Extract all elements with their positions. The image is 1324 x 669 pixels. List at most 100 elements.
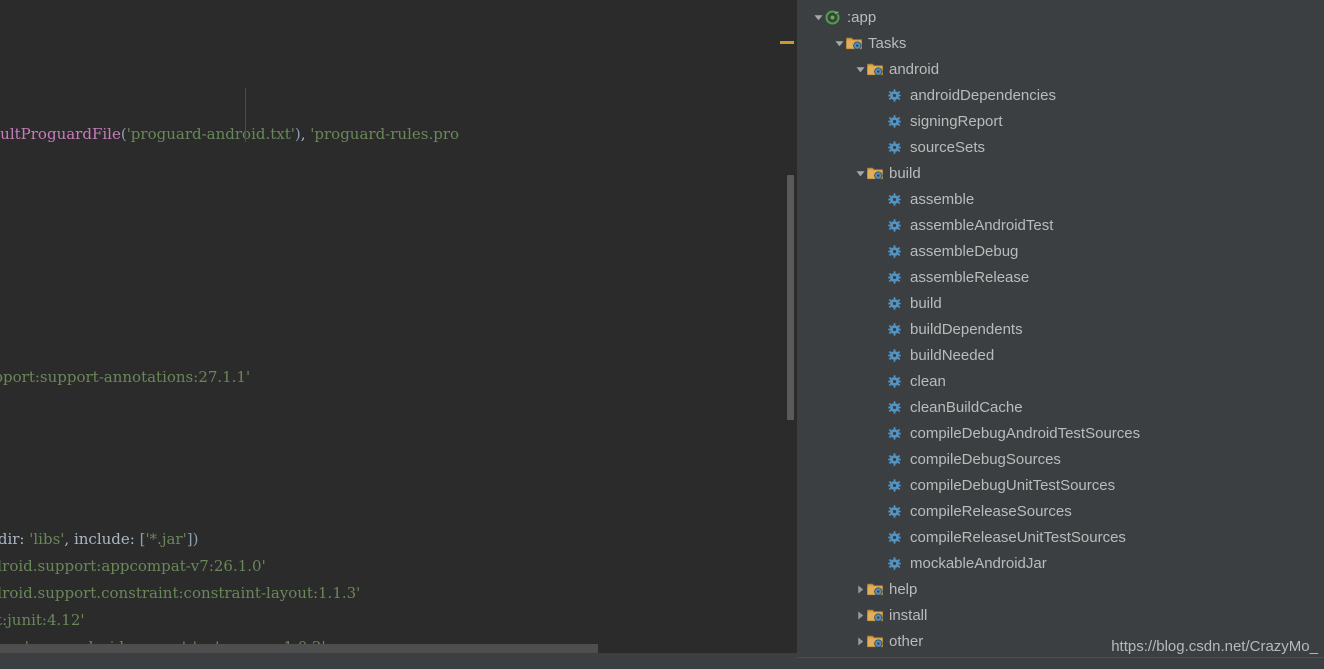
code-editor[interactable]: }}buildTypes { release { minifyEnabled f… [0, 0, 797, 669]
tree-row-cleanbuildcache[interactable]: cleanBuildCache [797, 394, 1324, 420]
tree-row-mockableandroidjar[interactable]: mockableAndroidJar [797, 550, 1324, 576]
tree-row-assemble[interactable]: assemble [797, 186, 1324, 212]
code-line: dependencies { [0, 499, 797, 526]
tree-row-assemblerelease[interactable]: assembleRelease [797, 264, 1324, 290]
tree-row-compilereleaseunittestsources[interactable]: compileReleaseUnitTestSources [797, 524, 1324, 550]
tree-row-install[interactable]: install [797, 602, 1324, 628]
gradle-tool-window[interactable]: :app Tasks android androidDependencies signi… [797, 0, 1324, 669]
code-token: 'junit:junit:4.12' [0, 611, 85, 629]
editor-horizontal-scrollbar-thumb[interactable] [0, 644, 598, 653]
gradle-task-tree[interactable]: :app Tasks android androidDependencies signi… [797, 4, 1324, 654]
gear-icon [888, 498, 906, 524]
code-line: } [0, 418, 797, 445]
indent-guide [245, 88, 246, 142]
gear-icon [888, 524, 906, 550]
tree-row-build[interactable]: build [797, 290, 1324, 316]
tree-item-label: compileDebugUnitTestSources [910, 476, 1116, 494]
tree-row-builddependents[interactable]: buildDependents [797, 316, 1324, 342]
tree-item-label: compileReleaseUnitTestSources [910, 528, 1126, 546]
code-line: } [0, 0, 797, 13]
code-line: implementation 'com.android.support:appc… [0, 553, 797, 580]
tree-row-sourcesets[interactable]: sourceSets [797, 134, 1324, 160]
code-token: 'proguard-rules.pro [310, 125, 460, 143]
tree-row-androiddependencies[interactable]: androidDependencies [797, 82, 1324, 108]
tree-row-compiledebugsources[interactable]: compileDebugSources [797, 446, 1324, 472]
tree-row-signingreport[interactable]: signingReport [797, 108, 1324, 134]
chevron-down-icon[interactable] [811, 4, 825, 30]
editor-change-marker [780, 41, 794, 44]
code-token: 'proguard-android.txt' [126, 125, 295, 143]
gear-icon [888, 186, 906, 212]
gear-icon [888, 108, 906, 134]
tree-row-compilereleasesources[interactable]: compileReleaseSources [797, 498, 1324, 524]
chevron-right-icon[interactable] [853, 576, 867, 602]
gear-icon [888, 446, 906, 472]
tree-item-label: Tasks [868, 34, 907, 52]
tree-row-assembledebug[interactable]: assembleDebug [797, 238, 1324, 264]
tree-item-label: :app [847, 8, 877, 26]
chevron-right-icon[interactable] [853, 628, 867, 654]
tree-item-label: compileDebugSources [910, 450, 1061, 468]
gear-icon [888, 472, 906, 498]
tree-row-build[interactable]: build [797, 160, 1324, 186]
gear-icon [888, 420, 906, 446]
tree-row-android[interactable]: android [797, 56, 1324, 82]
tree-row-assembleandroidtest[interactable]: assembleAndroidTest [797, 212, 1324, 238]
editor-vertical-scrollbar[interactable] [787, 175, 794, 420]
code-token: 'com.android.support.constraint:constrai… [0, 584, 361, 602]
gear-icon [888, 550, 906, 576]
tree-item-label: assembleDebug [910, 242, 1019, 260]
code-line: force 'com.android.support:support-annot… [0, 364, 797, 391]
gear-icon [888, 342, 906, 368]
tree-item-label: mockableAndroidJar [910, 554, 1047, 572]
code-token: 'com.android.support:appcompat-v7:26.1.0… [0, 557, 266, 575]
task-folder-icon [867, 628, 885, 654]
code-token: , [300, 125, 311, 143]
tree-item-label: build [889, 164, 921, 182]
gear-icon [888, 368, 906, 394]
code-token: getDefaultProguardFile [0, 125, 121, 143]
tree-row-buildneeded[interactable]: buildNeeded [797, 342, 1324, 368]
tree-item-label: android [889, 60, 940, 78]
gear-icon [888, 134, 906, 160]
code-line: minifyEnabled false [0, 94, 797, 121]
task-folder-icon [867, 602, 885, 628]
tree-item-label: compileReleaseSources [910, 502, 1072, 520]
code-token: '*.jar' [145, 530, 187, 548]
gradle-module-icon [825, 4, 843, 30]
tree-row-compiledebugandroidtestsources[interactable]: compileDebugAndroidTestSources [797, 420, 1324, 446]
tree-item-label: androidDependencies [910, 86, 1056, 104]
code-text[interactable]: }}buildTypes { release { minifyEnabled f… [0, 0, 797, 669]
tree-row-help[interactable]: help [797, 576, 1324, 602]
chevron-right-icon[interactable] [853, 602, 867, 628]
editor-footer-strip [0, 653, 797, 669]
code-token: 'libs' [29, 530, 65, 548]
tree-row-clean[interactable]: clean [797, 368, 1324, 394]
chevron-down-icon[interactable] [832, 30, 846, 56]
tree-row-tasks[interactable]: Tasks [797, 30, 1324, 56]
code-token: 'com.android.support:support-annotations… [0, 368, 251, 386]
tree-item-label: sourceSets [910, 138, 986, 156]
tree-item-label: assembleAndroidTest [910, 216, 1054, 234]
tree-row--app[interactable]: :app [797, 4, 1324, 30]
gear-icon [888, 82, 906, 108]
chevron-down-icon[interactable] [853, 160, 867, 186]
gear-icon [888, 290, 906, 316]
ide-window: }}buildTypes { release { minifyEnabled f… [0, 0, 1324, 669]
tree-row-compiledebugunittestsources[interactable]: compileDebugUnitTestSources [797, 472, 1324, 498]
tree-item-label: build [910, 294, 942, 312]
task-folder-icon [867, 160, 885, 186]
code-line: configurations.all { [0, 310, 797, 337]
tree-item-label: other [889, 632, 924, 650]
chevron-down-icon[interactable] [853, 56, 867, 82]
